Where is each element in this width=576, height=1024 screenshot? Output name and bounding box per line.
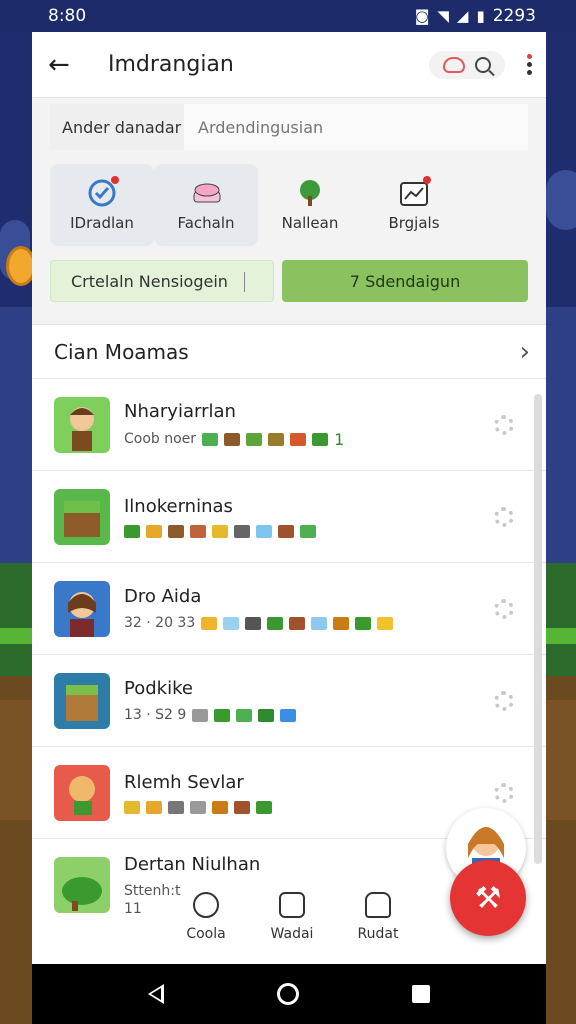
item-title: Podkike xyxy=(124,678,193,699)
avatar xyxy=(54,488,110,545)
coin-icon xyxy=(193,892,219,918)
nav-home-icon[interactable] xyxy=(276,983,299,1005)
overflow-menu-icon[interactable] xyxy=(527,54,532,75)
system-nav-bar xyxy=(32,964,546,1024)
status-bar: 8:80 ◙ ◥ ◢ ▮ 2293 xyxy=(0,0,576,32)
item-meta: Coob noer 1 xyxy=(124,430,494,449)
status-time: 8:80 xyxy=(48,6,87,26)
category-row: IDradlan Fachaln Nallean Brgjals xyxy=(50,164,528,246)
app-bar: ← Imdrangian xyxy=(32,32,546,98)
filter-section: Ander danadar IDradlan Fachaln xyxy=(32,98,546,325)
avatar xyxy=(54,764,110,821)
avatar xyxy=(54,580,110,637)
tab-rudat[interactable]: Rudat xyxy=(354,892,402,942)
tab-coola[interactable]: Coola xyxy=(182,892,230,942)
app-panel: ← Imdrangian Ander danadar IDradlan xyxy=(32,32,546,964)
item-count: 1 xyxy=(334,429,345,449)
chart-icon xyxy=(399,176,431,208)
avatar xyxy=(54,396,110,453)
search-icon[interactable] xyxy=(475,56,491,73)
item-meta-text: 32 · 20 33 xyxy=(124,615,196,631)
tree-icon xyxy=(295,178,325,208)
hammer-icon: ⚒ xyxy=(474,880,502,916)
item-meta: 13 · S2 9 xyxy=(124,707,494,723)
status-battery: 2293 xyxy=(492,6,536,26)
list-item[interactable]: Ilnokerninas xyxy=(32,471,546,563)
gear-icon[interactable] xyxy=(494,782,514,803)
item-count: 11 xyxy=(124,900,142,917)
back-arrow-icon[interactable]: ← xyxy=(48,50,88,80)
cake-icon xyxy=(191,178,221,208)
wifi-icon: ◥ xyxy=(437,7,449,25)
bottom-tabs: Coola Wadai Rudat xyxy=(182,892,402,942)
list-item[interactable]: Nharyiarrlan Coob noer 1 xyxy=(32,379,546,471)
page-title: Imdrangian xyxy=(108,52,234,77)
category-idradlan[interactable]: IDradlan xyxy=(50,164,154,246)
nfc-icon: ◙ xyxy=(414,7,430,25)
item-meta-text: Coob noer xyxy=(124,431,197,447)
category-nallean[interactable]: Nallean xyxy=(258,164,362,246)
avatar xyxy=(54,672,110,729)
action-buttons: Crtelaln Nensiogein 7 Sdendaigun xyxy=(50,260,528,302)
battery-icon: ▮ xyxy=(476,7,485,25)
item-title: Rlemh Sevlar xyxy=(124,771,244,793)
category-brgjals[interactable]: Brgjals xyxy=(362,164,466,246)
category-label: Nallean xyxy=(281,214,339,232)
section-title: Cian Moamas xyxy=(54,339,189,364)
item-title: Ilnokerninas xyxy=(124,495,233,517)
category-fachaln[interactable]: Fachaln xyxy=(154,164,258,246)
category-label: IDradlan xyxy=(70,214,134,232)
gear-icon[interactable] xyxy=(494,690,514,711)
item-meta: 32 · 20 33 xyxy=(124,615,494,631)
scrollbar[interactable] xyxy=(534,394,542,864)
item-meta xyxy=(124,800,494,814)
create-button[interactable]: Crtelaln Nensiogein xyxy=(50,260,274,302)
search-label: Ander danadar xyxy=(50,104,184,150)
target-icon xyxy=(87,176,119,208)
tab-label: Coola xyxy=(186,926,226,942)
search-row: Ander danadar xyxy=(50,104,528,150)
search-input[interactable] xyxy=(184,104,528,150)
section-header[interactable]: Cian Moamas › xyxy=(32,325,546,379)
card-icon xyxy=(279,892,305,918)
tab-label: Wadai xyxy=(270,926,314,942)
send-button[interactable]: 7 Sdendaigun xyxy=(282,260,528,302)
list-item[interactable]: Podkike 13 · S2 9 xyxy=(32,655,546,747)
tab-label: Rudat xyxy=(357,926,399,942)
fab-action-button[interactable]: ⚒ xyxy=(450,860,526,936)
item-meta-text: 13 · S2 9 xyxy=(124,707,187,723)
item-meta-text: Sttenh:t xyxy=(124,882,181,899)
item-title: Nharyiarrlan xyxy=(124,400,236,422)
cloud-icon[interactable] xyxy=(443,56,465,73)
signal-icon: ◢ xyxy=(456,7,469,25)
bag-icon xyxy=(365,892,391,918)
tab-wadai[interactable]: Wadai xyxy=(268,892,316,942)
action-pill xyxy=(429,50,505,79)
category-label: Brgjals xyxy=(388,214,440,232)
item-title: Dro Aida xyxy=(124,586,202,607)
category-label: Fachaln xyxy=(177,214,235,232)
nav-recents-icon[interactable] xyxy=(411,985,430,1003)
gear-icon[interactable] xyxy=(494,506,514,527)
item-meta xyxy=(124,524,494,538)
gear-icon[interactable] xyxy=(494,414,514,435)
chevron-right-icon[interactable]: › xyxy=(520,337,530,367)
gear-icon[interactable] xyxy=(494,598,514,619)
list-item[interactable]: Dro Aida 32 · 20 33 xyxy=(32,563,546,655)
nav-back-icon[interactable] xyxy=(148,984,165,1004)
avatar xyxy=(54,857,110,913)
